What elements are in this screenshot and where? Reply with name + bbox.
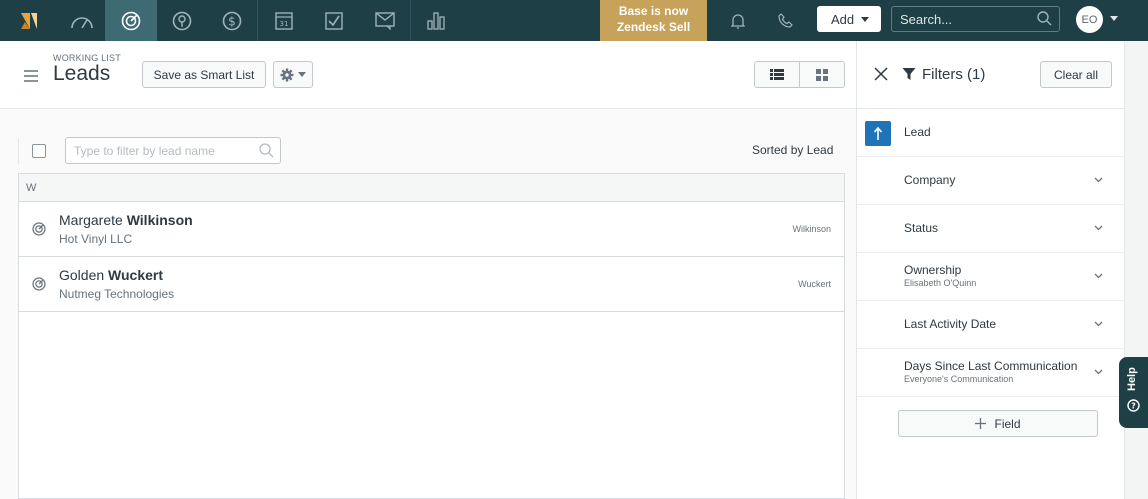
chevron-down-icon [1094, 321, 1103, 327]
select-all-checkbox[interactable] [32, 144, 46, 158]
filter-label: Days Since Last Communication [904, 359, 1078, 373]
top-navigation-bar: $ 31 Base is now Zendesk Sell Add EO [0, 0, 1148, 41]
leads-icon[interactable] [105, 0, 157, 41]
dashboard-icon[interactable] [58, 0, 105, 41]
filter-icon [902, 68, 916, 80]
filter-item-ownership[interactable]: Ownership Elisabeth O'Quinn [857, 253, 1125, 301]
lead-last-name: Wuckert [108, 267, 164, 283]
list-header: WORKING LIST Leads Save as Smart List [0, 41, 856, 109]
close-icon[interactable] [874, 67, 888, 81]
svg-text:$: $ [228, 14, 236, 28]
table-row[interactable]: Golden Wuckert Nutmeg Technologies Wucke… [19, 257, 844, 312]
group-header: W [19, 174, 844, 202]
zendesk-sell-promo-banner[interactable]: Base is now Zendesk Sell [600, 0, 707, 41]
list-view-icon [770, 69, 784, 80]
communication-icon[interactable] [359, 0, 410, 41]
search-icon [259, 143, 274, 158]
filter-sublabel: Elisabeth O'Quinn [904, 278, 977, 288]
lead-last-name: Wilkinson [126, 212, 193, 228]
filter-label: Last Activity Date [904, 317, 997, 331]
caret-down-icon [861, 16, 870, 22]
deals-icon[interactable]: $ [207, 0, 257, 41]
logo-icon[interactable] [0, 0, 58, 41]
lead-first-name: Margarete [59, 212, 123, 228]
hamburger-menu-icon[interactable] [24, 70, 38, 85]
calendar-icon[interactable]: 31 [258, 0, 309, 41]
help-tab[interactable]: Help ? [1119, 357, 1148, 428]
lead-table: W Margarete Wilkinson Hot Vinyl LLC Wilk… [18, 173, 845, 499]
sort-indicator[interactable]: Sorted by Lead [752, 143, 833, 157]
filter-item-lead[interactable]: Lead [857, 109, 1125, 157]
view-toggle [754, 61, 845, 88]
user-avatar[interactable]: EO [1076, 6, 1103, 33]
grid-view-icon [816, 68, 828, 81]
filter-item-company[interactable]: Company [857, 157, 1125, 205]
lead-company: Hot Vinyl LLC [59, 232, 133, 246]
filters-panel: Filters (1) Clear all Lead Company Statu… [856, 41, 1125, 499]
lead-first-name: Golden [59, 267, 105, 283]
filter-label: Status [904, 221, 939, 235]
chevron-down-icon [1094, 177, 1103, 183]
filter-sublabel: Everyone's Communication [904, 374, 1014, 384]
gear-icon [280, 68, 294, 81]
avatar-caret-down-icon[interactable] [1110, 16, 1118, 21]
lead-name[interactable]: Golden Wuckert [59, 267, 163, 283]
filter-item-last-activity-date[interactable]: Last Activity Date [857, 301, 1125, 349]
grid-view-button[interactable] [799, 62, 844, 87]
filters-panel-header: Filters (1) Clear all [857, 41, 1125, 109]
filter-label: Lead [904, 125, 931, 139]
clear-all-button[interactable]: Clear all [1040, 61, 1112, 88]
add-button-label: Add [831, 11, 855, 27]
list-view-button[interactable] [755, 62, 799, 87]
filter-by-name-input[interactable] [65, 137, 281, 164]
bell-icon[interactable] [720, 0, 756, 41]
lead-list-area: Sorted by Lead W Margarete Wilkinson Hot… [0, 110, 856, 499]
help-icon: ? [1127, 399, 1140, 412]
filter-label: Ownership [904, 263, 962, 277]
filters-title: Filters (1) [922, 66, 986, 83]
search-icon[interactable] [1037, 11, 1052, 26]
filter-label: Company [904, 173, 956, 187]
svg-text:31: 31 [279, 20, 288, 28]
tasks-icon[interactable] [309, 0, 359, 41]
caret-down-icon [298, 72, 306, 77]
lead-name[interactable]: Margarete Wilkinson [59, 212, 193, 228]
plus-icon [975, 418, 987, 429]
contacts-icon[interactable] [157, 0, 207, 41]
reports-icon[interactable] [411, 0, 461, 41]
lead-sort-value: Wuckert [798, 279, 831, 289]
filter-item-status[interactable]: Status [857, 205, 1125, 253]
filter-item-days-since-last-communication[interactable]: Days Since Last Communication Everyone's… [857, 349, 1125, 397]
chevron-down-icon [1094, 369, 1103, 375]
lead-icon [32, 222, 46, 236]
promo-line-1: Base is now [618, 4, 689, 18]
lead-sort-value: Wilkinson [792, 224, 831, 234]
lead-company: Nutmeg Technologies [59, 287, 175, 301]
page-scrollbar[interactable] [1124, 41, 1148, 499]
add-button[interactable]: Add [817, 6, 881, 32]
svg-text:?: ? [1131, 402, 1136, 411]
chevron-down-icon [1094, 225, 1103, 231]
table-row[interactable]: Margarete Wilkinson Hot Vinyl LLC Wilkin… [19, 202, 844, 257]
lead-icon [32, 277, 46, 291]
add-field-button[interactable]: Field [898, 410, 1098, 437]
help-label: Help [1126, 367, 1138, 391]
save-as-smart-list-button[interactable]: Save as Smart List [142, 61, 266, 88]
phone-icon[interactable] [767, 0, 803, 41]
sort-ascending-icon[interactable] [865, 121, 891, 146]
settings-dropdown-button[interactable] [273, 61, 313, 88]
page-title: Leads [53, 62, 111, 85]
promo-line-2: Zendesk Sell [616, 20, 691, 34]
global-search-input[interactable] [891, 6, 1060, 32]
add-field-label: Field [994, 416, 1021, 431]
chevron-down-icon [1094, 273, 1103, 279]
